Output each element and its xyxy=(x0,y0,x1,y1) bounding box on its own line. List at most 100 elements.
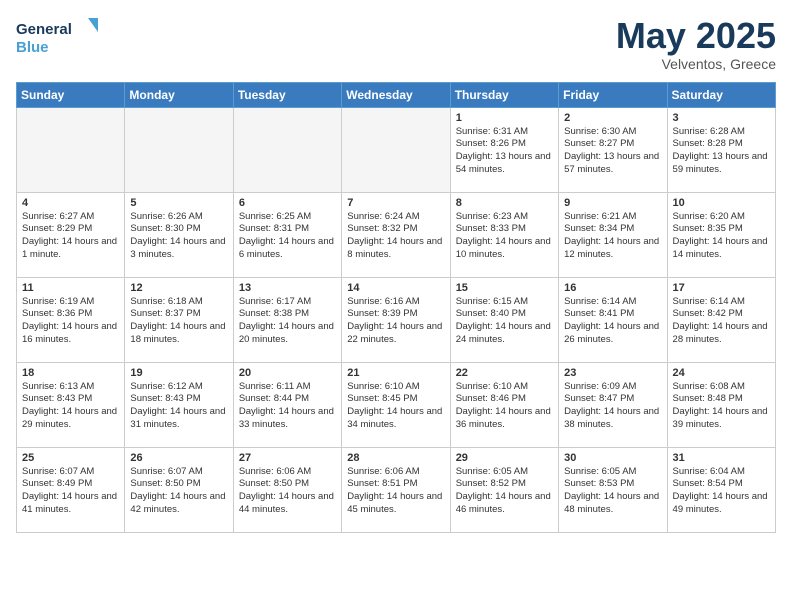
calendar-cell: 19Sunrise: 6:12 AM Sunset: 8:43 PM Dayli… xyxy=(125,362,233,447)
calendar-cell xyxy=(342,107,450,192)
calendar-cell: 3 Sunrise: 6:28 AM Sunset: 8:28 PM Daylig… xyxy=(667,107,775,192)
calendar-cell: 17Sunrise: 6:14 AM Sunset: 8:42 PM Dayli… xyxy=(667,277,775,362)
cell-details: Sunrise: 6:27 AM Sunset: 8:29 PM Dayligh… xyxy=(22,211,119,262)
calendar-cell: 7Sunrise: 6:24 AM Sunset: 8:32 PM Daylig… xyxy=(342,192,450,277)
logo: General Blue xyxy=(16,16,106,60)
week-row-1: 1 Sunrise: 6:31 AM Sunset: 8:26 PM Daylig… xyxy=(17,107,776,192)
cell-details: Sunrise: 6:07 AM Sunset: 8:49 PM Dayligh… xyxy=(22,466,119,517)
calendar-cell: 28 Sunrise: 6:06 AM Sunset: 8:51 PM Dayli… xyxy=(342,447,450,532)
calendar-cell: 24 Sunrise: 6:08 AM Sunset: 8:48 PM Dayli… xyxy=(667,362,775,447)
week-row-2: 4 Sunrise: 6:27 AM Sunset: 8:29 PM Daylig… xyxy=(17,192,776,277)
calendar-cell: 9Sunrise: 6:21 AM Sunset: 8:34 PM Daylig… xyxy=(559,192,667,277)
calendar-cell: 14 Sunrise: 6:16 AM Sunset: 8:39 PM Dayli… xyxy=(342,277,450,362)
calendar-cell: 21Sunrise: 6:10 AM Sunset: 8:45 PM Dayli… xyxy=(342,362,450,447)
day-number: 15 xyxy=(456,282,553,294)
calendar-cell: 5Sunrise: 6:26 AM Sunset: 8:30 PM Daylig… xyxy=(125,192,233,277)
calendar-cell: 13 Sunrise: 6:17 AM Sunset: 8:38 PM Dayli… xyxy=(233,277,341,362)
day-number: 16 xyxy=(564,282,661,294)
calendar-cell: 16 Sunrise: 6:14 AM Sunset: 8:41 PM Dayli… xyxy=(559,277,667,362)
week-row-3: 11 Sunrise: 6:19 AM Sunset: 8:36 PM Dayli… xyxy=(17,277,776,362)
calendar-cell: 30 Sunrise: 6:05 AM Sunset: 8:53 PM Dayli… xyxy=(559,447,667,532)
day-header-wednesday: Wednesday xyxy=(342,82,450,107)
day-number: 11 xyxy=(22,282,119,294)
day-number: 31 xyxy=(673,452,770,464)
day-number: 24 xyxy=(673,367,770,379)
cell-details: Sunrise: 6:15 AM Sunset: 8:40 PM Dayligh… xyxy=(456,296,553,347)
calendar-header-row: SundayMondayTuesdayWednesdayThursdayFrid… xyxy=(17,82,776,107)
cell-details: Sunrise: 6:28 AM Sunset: 8:28 PM Dayligh… xyxy=(673,126,770,177)
day-header-friday: Friday xyxy=(559,82,667,107)
cell-details: Sunrise: 6:26 AM Sunset: 8:30 PM Dayligh… xyxy=(130,211,227,262)
cell-details: Sunrise: 6:11 AM Sunset: 8:44 PM Dayligh… xyxy=(239,381,336,432)
location-subtitle: Velventos, Greece xyxy=(616,56,776,72)
cell-details: Sunrise: 6:12 AM Sunset: 8:43 PM Dayligh… xyxy=(130,381,227,432)
cell-details: Sunrise: 6:09 AM Sunset: 8:47 PM Dayligh… xyxy=(564,381,661,432)
day-number: 18 xyxy=(22,367,119,379)
cell-details: Sunrise: 6:10 AM Sunset: 8:46 PM Dayligh… xyxy=(456,381,553,432)
cell-details: Sunrise: 6:04 AM Sunset: 8:54 PM Dayligh… xyxy=(673,466,770,517)
logo-svg: General Blue xyxy=(16,16,106,60)
day-number: 4 xyxy=(22,197,119,209)
calendar-cell xyxy=(17,107,125,192)
calendar-cell: 31 Sunrise: 6:04 AM Sunset: 8:54 PM Dayli… xyxy=(667,447,775,532)
calendar-cell: 18 Sunrise: 6:13 AM Sunset: 8:43 PM Dayli… xyxy=(17,362,125,447)
day-number: 7 xyxy=(347,197,444,209)
cell-details: Sunrise: 6:30 AM Sunset: 8:27 PM Dayligh… xyxy=(564,126,661,177)
day-number: 1 xyxy=(456,112,553,124)
day-number: 14 xyxy=(347,282,444,294)
day-number: 28 xyxy=(347,452,444,464)
cell-details: Sunrise: 6:19 AM Sunset: 8:36 PM Dayligh… xyxy=(22,296,119,347)
cell-details: Sunrise: 6:17 AM Sunset: 8:38 PM Dayligh… xyxy=(239,296,336,347)
day-number: 20 xyxy=(239,367,336,379)
calendar-cell: 12 Sunrise: 6:18 AM Sunset: 8:37 PM Dayli… xyxy=(125,277,233,362)
day-number: 12 xyxy=(130,282,227,294)
cell-details: Sunrise: 6:05 AM Sunset: 8:53 PM Dayligh… xyxy=(564,466,661,517)
day-number: 13 xyxy=(239,282,336,294)
svg-text:General: General xyxy=(16,21,72,38)
title-block: May 2025 Velventos, Greece xyxy=(616,16,776,72)
day-header-tuesday: Tuesday xyxy=(233,82,341,107)
day-number: 9 xyxy=(564,197,661,209)
cell-details: Sunrise: 6:16 AM Sunset: 8:39 PM Dayligh… xyxy=(347,296,444,347)
calendar-cell: 20 Sunrise: 6:11 AM Sunset: 8:44 PM Dayli… xyxy=(233,362,341,447)
day-number: 22 xyxy=(456,367,553,379)
cell-details: Sunrise: 6:06 AM Sunset: 8:50 PM Dayligh… xyxy=(239,466,336,517)
cell-details: Sunrise: 6:14 AM Sunset: 8:42 PM Dayligh… xyxy=(673,296,770,347)
cell-details: Sunrise: 6:23 AM Sunset: 8:33 PM Dayligh… xyxy=(456,211,553,262)
calendar-cell: 8 Sunrise: 6:23 AM Sunset: 8:33 PM Daylig… xyxy=(450,192,558,277)
week-row-4: 18 Sunrise: 6:13 AM Sunset: 8:43 PM Dayli… xyxy=(17,362,776,447)
calendar-cell: 15 Sunrise: 6:15 AM Sunset: 8:40 PM Dayli… xyxy=(450,277,558,362)
page-header: General Blue May 2025 Velventos, Greece xyxy=(16,16,776,72)
day-number: 8 xyxy=(456,197,553,209)
calendar-table: SundayMondayTuesdayWednesdayThursdayFrid… xyxy=(16,82,776,533)
day-number: 6 xyxy=(239,197,336,209)
day-number: 10 xyxy=(673,197,770,209)
calendar-cell: 26Sunrise: 6:07 AM Sunset: 8:50 PM Dayli… xyxy=(125,447,233,532)
calendar-cell xyxy=(233,107,341,192)
calendar-cell: 27Sunrise: 6:06 AM Sunset: 8:50 PM Dayli… xyxy=(233,447,341,532)
cell-details: Sunrise: 6:20 AM Sunset: 8:35 PM Dayligh… xyxy=(673,211,770,262)
cell-details: Sunrise: 6:07 AM Sunset: 8:50 PM Dayligh… xyxy=(130,466,227,517)
cell-details: Sunrise: 6:13 AM Sunset: 8:43 PM Dayligh… xyxy=(22,381,119,432)
cell-details: Sunrise: 6:10 AM Sunset: 8:45 PM Dayligh… xyxy=(347,381,444,432)
cell-details: Sunrise: 6:06 AM Sunset: 8:51 PM Dayligh… xyxy=(347,466,444,517)
month-title: May 2025 xyxy=(616,16,776,56)
day-header-saturday: Saturday xyxy=(667,82,775,107)
calendar-cell: 25Sunrise: 6:07 AM Sunset: 8:49 PM Dayli… xyxy=(17,447,125,532)
calendar-cell: 1 Sunrise: 6:31 AM Sunset: 8:26 PM Daylig… xyxy=(450,107,558,192)
calendar-cell: 2 Sunrise: 6:30 AM Sunset: 8:27 PM Daylig… xyxy=(559,107,667,192)
cell-details: Sunrise: 6:18 AM Sunset: 8:37 PM Dayligh… xyxy=(130,296,227,347)
day-header-sunday: Sunday xyxy=(17,82,125,107)
cell-details: Sunrise: 6:08 AM Sunset: 8:48 PM Dayligh… xyxy=(673,381,770,432)
day-number: 2 xyxy=(564,112,661,124)
cell-details: Sunrise: 6:31 AM Sunset: 8:26 PM Dayligh… xyxy=(456,126,553,177)
day-number: 30 xyxy=(564,452,661,464)
calendar-cell xyxy=(125,107,233,192)
calendar-cell: 11 Sunrise: 6:19 AM Sunset: 8:36 PM Dayli… xyxy=(17,277,125,362)
calendar-cell: 6Sunrise: 6:25 AM Sunset: 8:31 PM Daylig… xyxy=(233,192,341,277)
calendar-cell: 23Sunrise: 6:09 AM Sunset: 8:47 PM Dayli… xyxy=(559,362,667,447)
calendar-cell: 10 Sunrise: 6:20 AM Sunset: 8:35 PM Dayli… xyxy=(667,192,775,277)
cell-details: Sunrise: 6:14 AM Sunset: 8:41 PM Dayligh… xyxy=(564,296,661,347)
day-number: 3 xyxy=(673,112,770,124)
week-row-5: 25Sunrise: 6:07 AM Sunset: 8:49 PM Dayli… xyxy=(17,447,776,532)
